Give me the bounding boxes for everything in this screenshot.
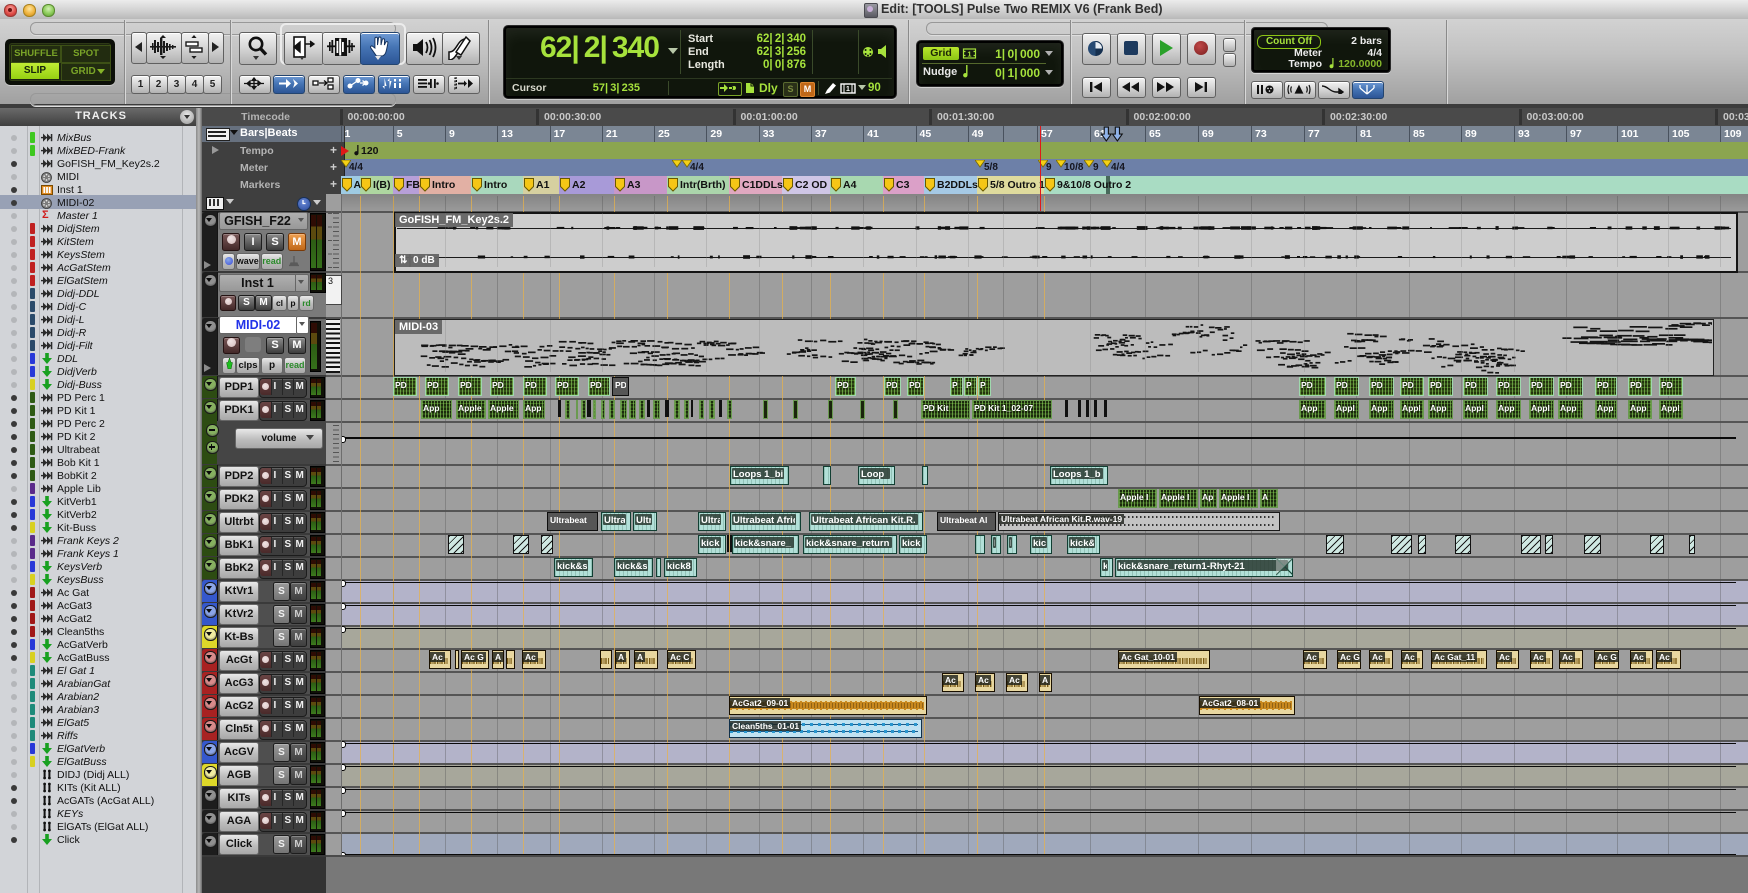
svg-text:A: A xyxy=(1297,88,1302,94)
svg-text:1: 1 xyxy=(846,86,850,93)
